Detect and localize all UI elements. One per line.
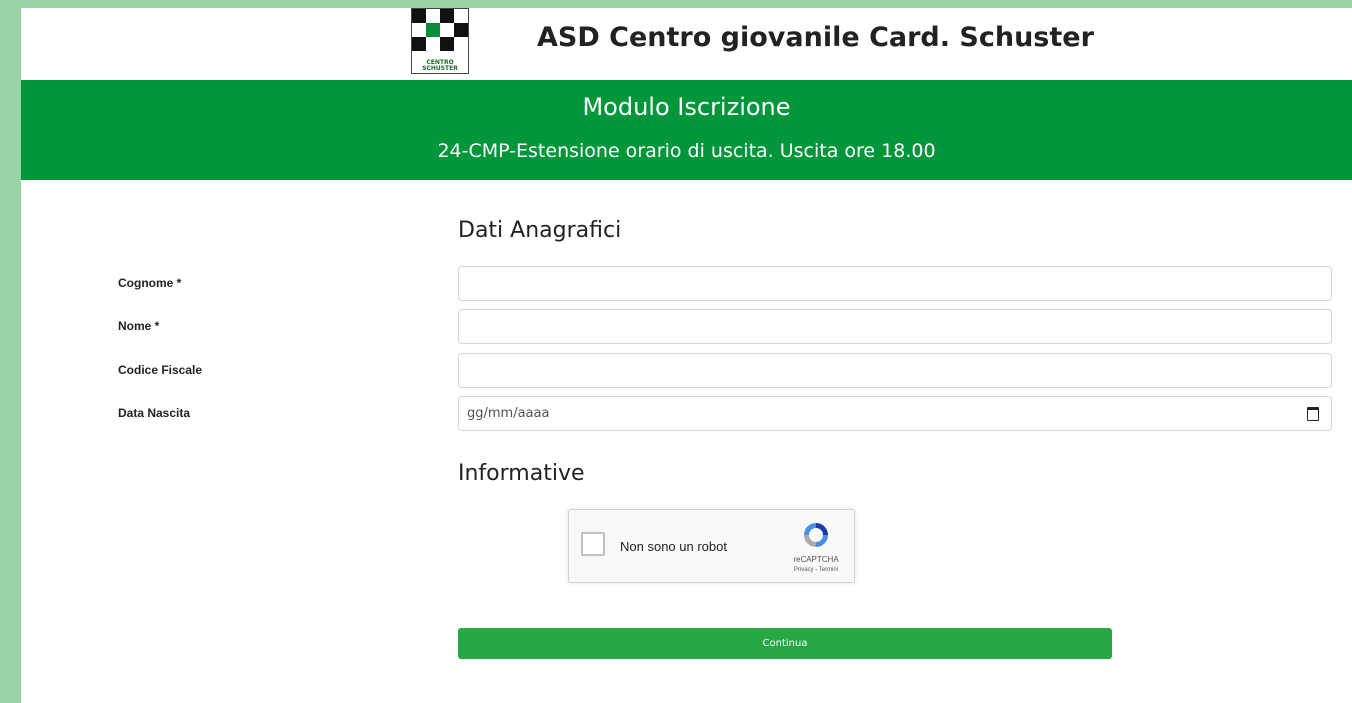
label-cognome: Cognome *: [118, 276, 182, 290]
recaptcha-checkbox[interactable]: [581, 532, 605, 556]
title-banner: Modulo Iscrizione 24-CMP-Estensione orar…: [21, 80, 1352, 180]
section-title-personal-data: Dati Anagrafici: [458, 218, 622, 243]
section-title-informative: Informative: [458, 461, 585, 486]
logo-icon: CENTRO SCHUSTER: [411, 8, 469, 74]
cognome-input[interactable]: [458, 266, 1332, 301]
logo-text-2: SCHUSTER: [422, 65, 458, 72]
codice-fiscale-input[interactable]: [458, 353, 1332, 388]
recaptcha-label: Non sono un robot: [620, 539, 727, 554]
date-placeholder: gg/mm/aaaa: [467, 406, 550, 421]
continue-button[interactable]: Continua: [458, 628, 1112, 659]
label-data-nascita: Data Nascita: [118, 406, 191, 420]
label-nome: Nome *: [118, 319, 160, 333]
recaptcha-brand: reCAPTCHA: [793, 555, 839, 564]
recaptcha-links[interactable]: Privacy - Termini: [764, 567, 868, 573]
label-codice-fiscale: Codice Fiscale: [118, 363, 203, 377]
recaptcha-logo-icon: [804, 523, 828, 547]
nome-input[interactable]: [458, 309, 1332, 344]
organization-name: ASD Centro giovanile Card. Schuster: [537, 22, 1094, 53]
top-header: CENTRO SCHUSTER ASD Centro giovanile Car…: [21, 8, 1352, 80]
data-nascita-input[interactable]: gg/mm/aaaa: [458, 396, 1332, 431]
form-subtitle: 24-CMP-Estensione orario di uscita. Usci…: [437, 140, 936, 162]
recaptcha-widget: Non sono un robot reCAPTCHA Privacy - Te…: [568, 509, 855, 583]
calendar-icon[interactable]: [1307, 406, 1319, 421]
page-container: CENTRO SCHUSTER ASD Centro giovanile Car…: [21, 8, 1352, 703]
form-title: Modulo Iscrizione: [582, 93, 791, 121]
